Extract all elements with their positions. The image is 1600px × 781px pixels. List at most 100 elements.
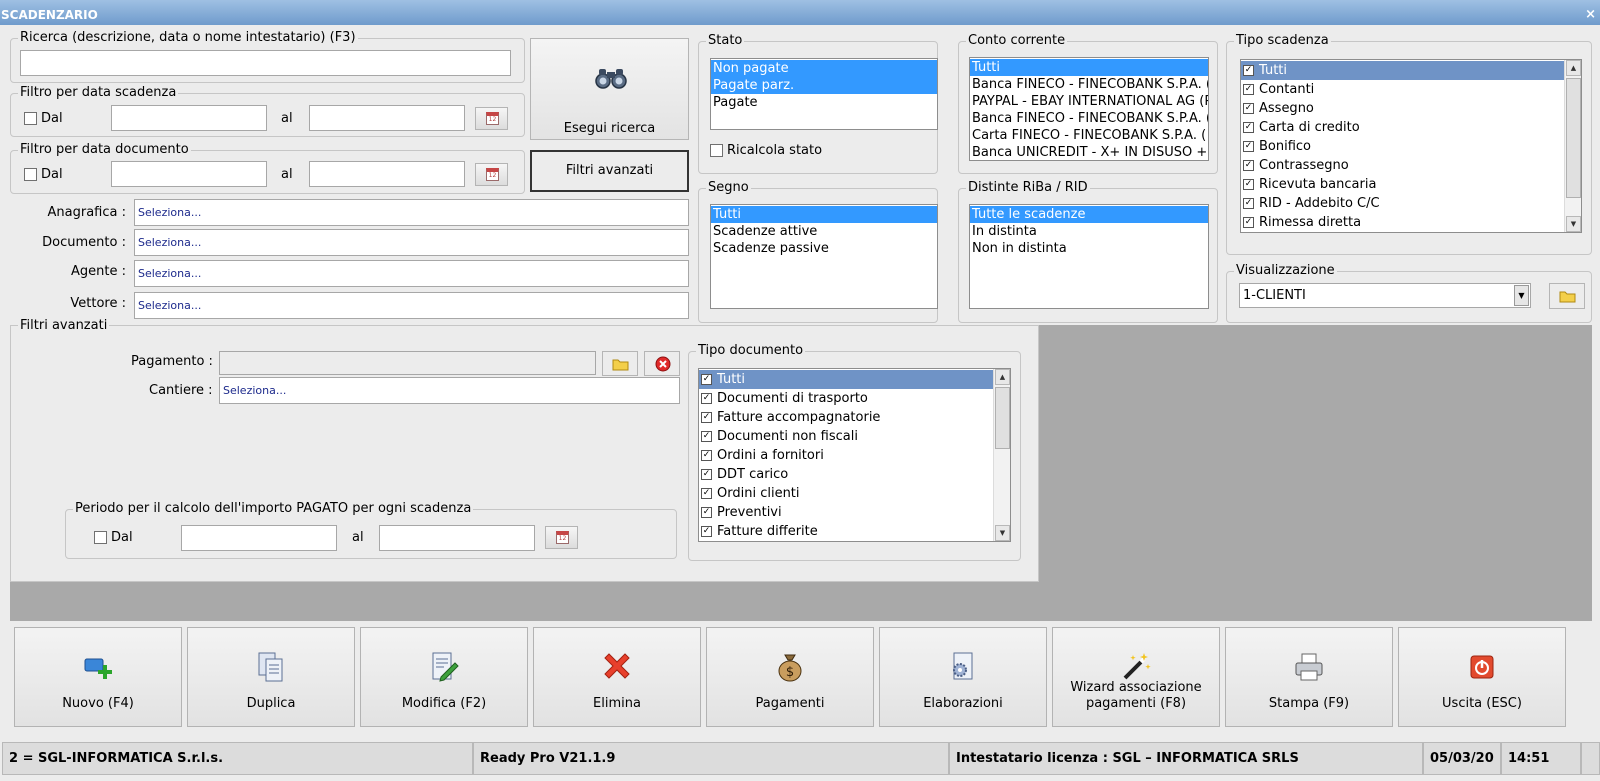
visualizzazione-folder-button[interactable]: [1549, 283, 1585, 309]
print-button[interactable]: Stampa (F9): [1225, 627, 1393, 727]
check-icon[interactable]: ✓: [701, 526, 712, 537]
pagamento-clear-button[interactable]: [644, 351, 680, 376]
check-icon[interactable]: ✓: [1243, 103, 1254, 114]
anagrafica-field[interactable]: Seleziona...: [134, 199, 689, 226]
tipo-documento-item[interactable]: ✓ Fatture differite: [699, 522, 1010, 541]
tipo-documento-item[interactable]: ✓ Fatture accompagnatorie: [699, 408, 1010, 427]
date-documento-to-input[interactable]: [309, 161, 465, 187]
pagamento-field[interactable]: [219, 351, 596, 375]
check-icon[interactable]: ✓: [1243, 217, 1254, 228]
tipo-scadenza-item[interactable]: ✓ Assegno: [1241, 99, 1581, 118]
payments-button[interactable]: $ Pagamenti: [706, 627, 874, 727]
check-icon[interactable]: ✓: [1243, 122, 1254, 133]
tipo-scadenza-item[interactable]: ✓ RID - Addebito C/C: [1241, 194, 1581, 213]
wizard-button[interactable]: Wizard associazione pagamenti (F8): [1052, 627, 1220, 727]
tipo-scadenza-item[interactable]: ✓ Ricevuta bancaria: [1241, 175, 1581, 194]
distinte-item[interactable]: Non in distinta: [970, 240, 1208, 257]
tipo-documento-scrollbar[interactable]: ▲ ▼: [993, 369, 1010, 541]
cantiere-field[interactable]: Seleziona...: [219, 377, 680, 404]
date-scadenza-from-input[interactable]: [111, 105, 267, 131]
conto-item[interactable]: PAYPAL - EBAY INTERNATIONAL AG (P: [970, 93, 1208, 110]
conto-item[interactable]: Banca FINECO - FINECOBANK S.P.A. (: [970, 110, 1208, 127]
check-icon[interactable]: ✓: [701, 507, 712, 518]
date-scadenza-checkbox[interactable]: [24, 112, 37, 125]
date-documento-calendar-button[interactable]: 12: [475, 163, 508, 186]
agente-field[interactable]: Seleziona...: [134, 260, 689, 287]
scroll-down-icon[interactable]: ▼: [995, 525, 1010, 541]
recalc-checkbox[interactable]: [710, 144, 723, 157]
conto-item[interactable]: Banca FINECO - FINECOBANK S.P.A. (: [970, 76, 1208, 93]
conto-item[interactable]: Carta FINECO - FINECOBANK S.P.A. ( d: [970, 127, 1208, 144]
chevron-down-icon[interactable]: ▼: [1514, 285, 1529, 306]
stato-item[interactable]: Pagate parz.: [711, 77, 937, 94]
check-icon[interactable]: ✓: [701, 374, 712, 385]
stato-item[interactable]: Non pagate: [711, 60, 937, 77]
conto-list[interactable]: Tutti Banca FINECO - FINECOBANK S.P.A. (…: [969, 57, 1209, 161]
tipo-scadenza-item[interactable]: ✓ Bonifico: [1241, 137, 1581, 156]
tipo-documento-item[interactable]: ✓ Ordini clienti: [699, 484, 1010, 503]
scroll-up-icon[interactable]: ▲: [995, 369, 1010, 385]
processing-button[interactable]: Elaborazioni: [879, 627, 1047, 727]
tipo-documento-list[interactable]: ✓ Tutti ✓ Documenti di trasporto ✓ Fatture …: [698, 368, 1011, 542]
new-button[interactable]: Nuovo (F4): [14, 627, 182, 727]
distinte-item[interactable]: Tutte le scadenze: [970, 206, 1208, 223]
check-icon[interactable]: ✓: [1243, 179, 1254, 190]
check-icon[interactable]: ✓: [1243, 84, 1254, 95]
scroll-down-icon[interactable]: ▼: [1566, 216, 1581, 232]
check-icon[interactable]: ✓: [701, 431, 712, 442]
search-input[interactable]: [20, 50, 511, 76]
periodo-checkbox[interactable]: [94, 531, 107, 544]
check-icon[interactable]: ✓: [1243, 65, 1254, 76]
tipo-documento-item[interactable]: ✓ Preventivi: [699, 503, 1010, 522]
scroll-thumb[interactable]: [995, 387, 1010, 449]
conto-item[interactable]: Tutti: [970, 59, 1208, 76]
segno-item[interactable]: Tutti: [711, 206, 937, 223]
visualizzazione-select[interactable]: 1-CLIENTI ▼: [1239, 283, 1531, 308]
tipo-scadenza-item[interactable]: ✓ Contanti: [1241, 80, 1581, 99]
documento-field[interactable]: Seleziona...: [134, 229, 689, 256]
vettore-field[interactable]: Seleziona...: [134, 292, 689, 319]
delete-button[interactable]: Elimina: [533, 627, 701, 727]
exit-button[interactable]: Uscita (ESC): [1398, 627, 1566, 727]
tipo-scadenza-item[interactable]: ✓ Rimessa diretta: [1241, 213, 1581, 232]
tipo-documento-item[interactable]: ✓ Documenti di trasporto: [699, 389, 1010, 408]
periodo-from-input[interactable]: [181, 525, 337, 551]
segno-list[interactable]: Tutti Scadenze attive Scadenze passive: [710, 204, 938, 309]
check-icon[interactable]: ✓: [701, 488, 712, 499]
tipo-scadenza-item[interactable]: ✓ Carta di credito: [1241, 118, 1581, 137]
check-icon[interactable]: ✓: [701, 393, 712, 404]
tipo-scadenza-scrollbar[interactable]: ▲ ▼: [1564, 60, 1581, 232]
date-documento-from-input[interactable]: [111, 161, 267, 187]
date-documento-checkbox[interactable]: [24, 168, 37, 181]
advanced-filters-button[interactable]: Filtri avanzati: [530, 150, 689, 192]
date-scadenza-calendar-button[interactable]: 12: [475, 107, 508, 130]
date-scadenza-to-input[interactable]: [309, 105, 465, 131]
close-icon[interactable]: ×: [1585, 0, 1596, 29]
check-icon[interactable]: ✓: [701, 450, 712, 461]
tipo-scadenza-item[interactable]: ✓ Tutti: [1241, 61, 1581, 80]
check-icon[interactable]: ✓: [1243, 198, 1254, 209]
check-icon[interactable]: ✓: [701, 469, 712, 480]
edit-button[interactable]: Modifica (F2): [360, 627, 528, 727]
tipo-documento-item[interactable]: ✓ Tutti: [699, 370, 1010, 389]
search-button[interactable]: Esegui ricerca: [530, 38, 689, 140]
periodo-to-input[interactable]: [379, 525, 535, 551]
scroll-up-icon[interactable]: ▲: [1566, 60, 1581, 76]
stato-list[interactable]: Non pagate Pagate parz. Pagate: [710, 58, 938, 130]
segno-item[interactable]: Scadenze attive: [711, 223, 937, 240]
conto-item[interactable]: Banca UNICREDIT - X+ IN DISUSO + U: [970, 144, 1208, 160]
stato-item[interactable]: Pagate: [711, 94, 937, 111]
check-icon[interactable]: ✓: [1243, 141, 1254, 152]
duplicate-button[interactable]: Duplica: [187, 627, 355, 727]
pagamento-folder-button[interactable]: [602, 351, 638, 376]
periodo-calendar-button[interactable]: 12: [545, 526, 578, 549]
tipo-documento-item[interactable]: ✓ DDT carico: [699, 465, 1010, 484]
distinte-item[interactable]: In distinta: [970, 223, 1208, 240]
tipo-documento-item[interactable]: ✓ Ordini a fornitori: [699, 446, 1010, 465]
check-icon[interactable]: ✓: [1243, 160, 1254, 171]
tipo-documento-item[interactable]: ✓ Documenti non fiscali: [699, 427, 1010, 446]
tipo-scadenza-list[interactable]: ✓ Tutti ✓ Contanti ✓ Assegno ✓ Carta di cred…: [1240, 59, 1582, 233]
tipo-scadenza-item[interactable]: ✓ Contrassegno: [1241, 156, 1581, 175]
check-icon[interactable]: ✓: [701, 412, 712, 423]
distinte-list[interactable]: Tutte le scadenze In distinta Non in dis…: [969, 204, 1209, 309]
